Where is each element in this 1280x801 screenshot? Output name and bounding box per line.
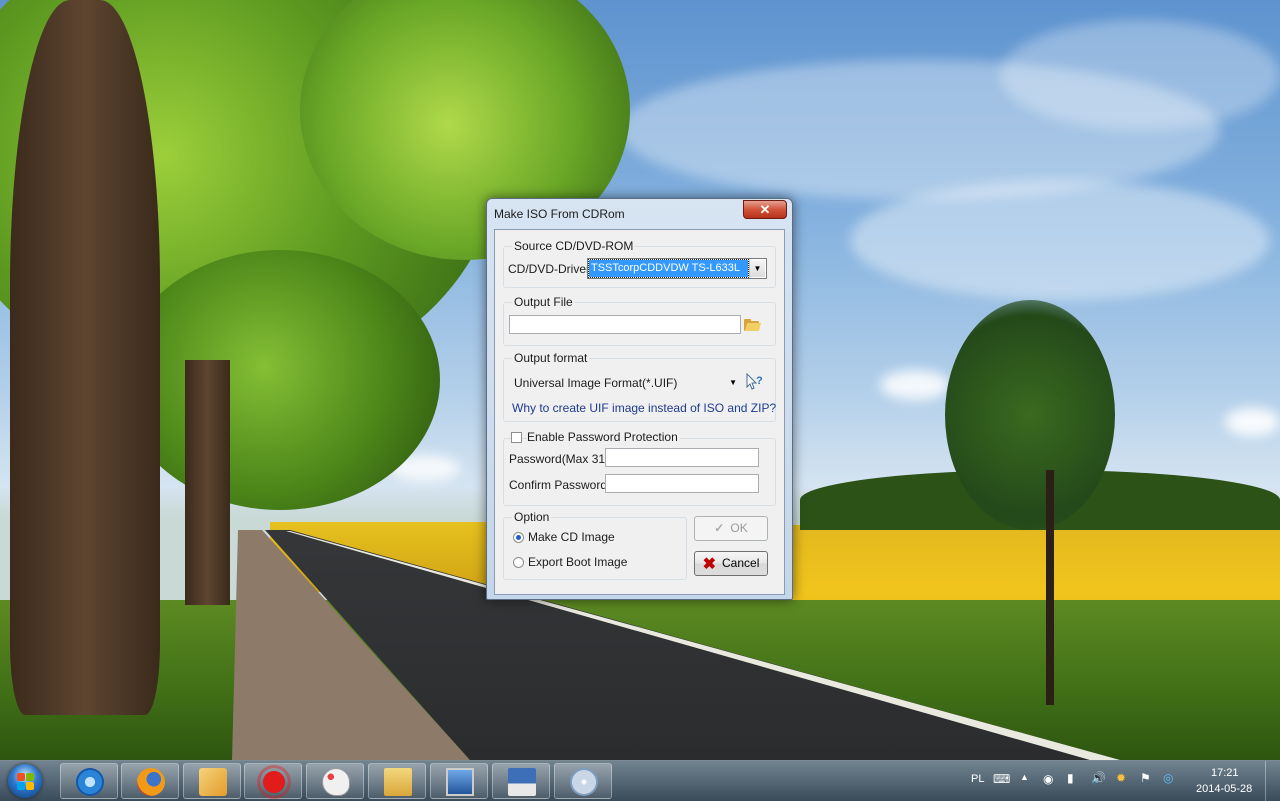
output-format-group-label: Output format [512, 351, 590, 365]
taskbar-firefox[interactable] [121, 763, 179, 799]
outlook-icon [199, 768, 227, 796]
sun-icon[interactable]: ✹ [1116, 771, 1126, 785]
driver-selected-value: TSSTcorpCDDVDW TS-L633L [588, 259, 749, 278]
firefox-icon [137, 768, 165, 796]
ok-button[interactable]: ✓ OK [694, 516, 768, 541]
tree-trunk [1046, 470, 1054, 705]
password-input[interactable] [605, 448, 759, 467]
speaker-icon[interactable]: 🔊 [1091, 771, 1106, 785]
paint-icon [322, 768, 350, 796]
explorer-icon [384, 768, 412, 796]
signal-bars-icon[interactable]: ▮ [1067, 771, 1074, 785]
format-selected-value: Universal Image Format(*.UIF) [514, 376, 678, 390]
driver-dropdown[interactable]: TSSTcorpCDDVDW TS-L633L ▼ [587, 258, 767, 279]
option-group-label: Option [512, 510, 552, 524]
update-icon[interactable]: ◎ [1163, 771, 1173, 785]
virus-icon [260, 768, 288, 796]
start-button[interactable] [4, 762, 48, 800]
remote-desktop-icon [446, 768, 474, 796]
ok-button-label: OK [730, 521, 748, 535]
action-center-flag-icon[interactable]: ⚑ [1140, 771, 1151, 785]
close-icon: ✕ [759, 202, 771, 217]
chevron-down-icon[interactable]: ▼ [749, 260, 765, 277]
cloud [1000, 20, 1280, 130]
cloud [850, 180, 1270, 300]
taskbar-paint[interactable] [306, 763, 364, 799]
confirm-password-label: Confirm Password: [509, 478, 611, 492]
tree-trunk [10, 0, 160, 715]
windows-logo-icon [8, 764, 42, 798]
driver-label: CD/DVD-Driver: [508, 262, 594, 276]
clock-date[interactable]: 2014-05-28 [1196, 783, 1252, 795]
browse-folder-icon[interactable] [744, 319, 762, 331]
help-pointer-icon[interactable]: ? [744, 372, 764, 392]
dialog-title: Make ISO From CDRom [494, 207, 625, 221]
clock-time[interactable]: 17:21 [1211, 767, 1239, 779]
cancel-button[interactable]: ✖ Cancel [694, 551, 768, 576]
cloud [880, 370, 950, 400]
uif-help-link[interactable]: Why to create UIF image instead of ISO a… [512, 401, 776, 415]
make-cd-image-label[interactable]: Make CD Image [528, 530, 615, 544]
taskbar: PL ⌨ ◉ ▲ ▮ 🔊 ✹ ⚑ ◎ 17:21 2014-05-28 [0, 760, 1280, 801]
export-boot-image-radio[interactable] [513, 557, 524, 568]
source-group-label: Source CD/DVD-ROM [512, 239, 636, 253]
dialog-client-area: Source CD/DVD-ROM CD/DVD-Driver: TSSTcor… [494, 229, 785, 595]
make-iso-dialog: Make ISO From CDRom ✕ Source CD/DVD-ROM … [486, 198, 793, 600]
keyboard-icon[interactable]: ⌨ [993, 772, 1010, 786]
checkmark-icon: ✓ [714, 521, 725, 535]
taskbar-internet-explorer[interactable] [60, 763, 118, 799]
dialog-titlebar[interactable]: Make ISO From CDRom ✕ [487, 199, 792, 228]
export-boot-image-label[interactable]: Export Boot Image [528, 555, 627, 569]
cancel-button-label: Cancel [722, 556, 760, 570]
format-dropdown[interactable]: Universal Image Format(*.UIF) ▼ [509, 373, 739, 393]
taskbar-remote-desktop[interactable] [430, 763, 488, 799]
taskbar-disc-burner[interactable] [554, 763, 612, 799]
output-file-input[interactable] [509, 315, 741, 334]
tree-canopy [945, 300, 1115, 530]
taskbar-floppy-app[interactable] [492, 763, 550, 799]
red-x-icon: ✖ [702, 556, 717, 573]
output-file-group-label: Output File [512, 295, 575, 309]
make-cd-image-radio[interactable] [513, 532, 524, 543]
floppy-disk-icon [508, 768, 536, 796]
taskbar-explorer[interactable] [368, 763, 426, 799]
option-group: Option [503, 510, 687, 580]
password-label: Password(Max 31): [509, 452, 613, 466]
internet-explorer-icon [76, 768, 104, 796]
chevron-down-icon[interactable]: ▼ [729, 378, 737, 387]
taskbar-outlook[interactable] [183, 763, 241, 799]
show-desktop-button[interactable] [1265, 761, 1280, 801]
network-globe-icon[interactable]: ◉ [1043, 772, 1053, 786]
enable-password-label[interactable]: Enable Password Protection [527, 430, 680, 444]
confirm-password-input[interactable] [605, 474, 759, 493]
tree-trunk [185, 360, 230, 605]
tree-canopy [120, 250, 440, 510]
enable-password-checkbox[interactable] [511, 432, 522, 443]
language-indicator[interactable]: PL [971, 773, 984, 785]
cloud [1225, 408, 1280, 436]
svg-text:?: ? [756, 375, 763, 387]
taskbar-virus-app[interactable] [244, 763, 302, 799]
disc-burner-icon [570, 768, 598, 796]
close-button[interactable]: ✕ [743, 200, 787, 219]
show-hidden-icons-chevron-up-icon[interactable]: ▲ [1020, 772, 1029, 782]
